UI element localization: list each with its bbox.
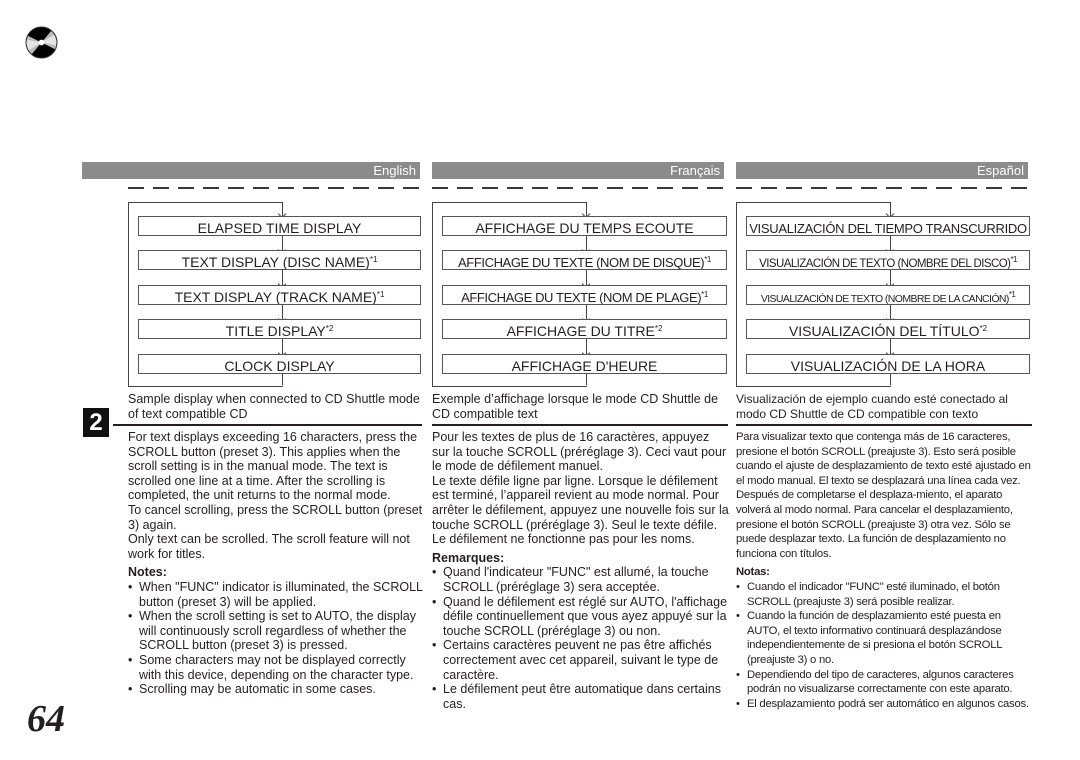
notes-heading: Notes: <box>128 565 167 580</box>
flow-step: VISUALIZACIÓN DE TEXTO (NOMBRE DE LA CAN… <box>746 285 1030 305</box>
flow-step: TITLE DISPLAY*2 <box>138 319 421 339</box>
notes-heading: Remarques: <box>432 550 505 565</box>
step-number-badge: 2 <box>83 408 109 437</box>
language-header: Français <box>432 162 724 179</box>
note-item: Quand l'indicateur "FUNC" est allumé, la… <box>432 565 730 594</box>
flow-step: AFFICHAGE D'HEURE <box>442 354 727 374</box>
flow-step: VISUALIZACIÓN DE TEXTO (NOMBRE DEL DISCO… <box>746 250 1030 270</box>
note-item: When the scroll setting is set to AUTO, … <box>128 609 423 653</box>
flow-step: TEXT DISPLAY (DISC NAME)*1 <box>138 250 421 270</box>
note-item: Quand le défilement est réglé sur AUTO, … <box>432 595 730 639</box>
flow-step: VISUALIZACIÓN DEL TIEMPO TRANSCURRIDO <box>746 216 1030 236</box>
flow-arrow <box>282 270 283 286</box>
display-flowchart: AFFICHAGE DU TEMPS ECOUTE AFFICHAGE DU T… <box>432 200 727 387</box>
paragraph: Le texte défile ligne par ligne. Lorsque… <box>432 473 729 547</box>
loop-return <box>890 374 891 385</box>
display-flowchart: VISUALIZACIÓN DEL TIEMPO TRANSCURRIDO VI… <box>736 200 1031 387</box>
dashed-divider <box>432 187 727 189</box>
note-item: Dependiendo del tipo de caracteres, algu… <box>736 668 1034 697</box>
cd-disc-icon <box>25 26 58 59</box>
loop-return <box>282 374 283 385</box>
body-text: Para visualizar texto que contenga más d… <box>736 430 1034 711</box>
dashed-divider <box>736 187 1031 189</box>
note-item: Some characters may not be displayed cor… <box>128 653 423 682</box>
flow-arrow <box>282 202 283 216</box>
paragraph: Only text can be scrolled. The scroll fe… <box>128 532 410 561</box>
flow-arrow <box>890 270 891 286</box>
section-rule <box>432 424 728 426</box>
note-item: When "FUNC" indicator is illuminated, th… <box>128 580 423 609</box>
flow-arrow <box>890 202 891 216</box>
note-item: Le défilement peut être automatique dans… <box>432 682 730 711</box>
body-text: Pour les textes de plus de 16 caractères… <box>432 430 730 711</box>
notes-list: When "FUNC" indicator is illuminated, th… <box>128 580 423 697</box>
paragraph: Para visualizar texto que contenga más d… <box>736 431 1031 560</box>
flow-step: VISUALIZACIÓN DEL TÍTULO*2 <box>746 319 1030 339</box>
note-item: Cuando el indicador "FUNC" esté iluminad… <box>736 580 1034 609</box>
note-item: Cuando la función de desplazamiento esté… <box>736 609 1034 667</box>
flow-arrow <box>586 202 587 216</box>
flow-arrow <box>586 339 587 355</box>
paragraph: Pour les textes de plus de 16 caractères… <box>432 430 727 474</box>
flow-caption: Visualización de ejemplo cuando esté con… <box>736 392 1008 421</box>
flow-step: TEXT DISPLAY (TRACK NAME)*1 <box>138 285 421 305</box>
dashed-divider <box>128 187 420 189</box>
paragraph: For text displays exceeding 16 character… <box>128 430 418 503</box>
paragraph: To cancel scrolling, press the SCROLL bu… <box>128 502 423 532</box>
flow-step: CLOCK DISPLAY <box>138 354 421 374</box>
notes-list: Quand l'indicateur "FUNC" est allumé, la… <box>432 565 730 711</box>
note-item: Scrolling may be automatic in some cases… <box>128 682 423 697</box>
body-text: For text displays exceeding 16 character… <box>128 430 423 697</box>
display-flowchart: ELAPSED TIME DISPLAY TEXT DISPLAY (DISC … <box>128 200 423 387</box>
flow-step: VISUALIZACIÓN DE LA HORA <box>746 354 1030 374</box>
flow-step: AFFICHAGE DU TEMPS ECOUTE <box>442 216 727 236</box>
note-item: Certains caractères peuvent ne pas être … <box>432 638 730 682</box>
flow-arrow <box>586 270 587 286</box>
language-header: English <box>82 162 420 179</box>
flow-arrow <box>282 339 283 355</box>
flow-caption: Sample display when connected to CD Shut… <box>128 392 420 421</box>
flow-step: ELAPSED TIME DISPLAY <box>138 216 421 236</box>
notes-heading: Notas: <box>736 566 770 579</box>
loop-return <box>586 374 587 385</box>
note-item: El desplazamiento podrá ser automático e… <box>736 697 1034 712</box>
flow-step: AFFICHAGE DU TITRE*2 <box>442 319 727 339</box>
page-number: 64 <box>27 698 65 740</box>
flow-step: AFFICHAGE DU TEXTE (NOM DE DISQUE)*1 <box>442 250 727 270</box>
language-header: Español <box>736 162 1028 179</box>
flow-arrow <box>890 339 891 355</box>
notes-list: Cuando el indicador "FUNC" esté iluminad… <box>736 580 1034 711</box>
section-rule <box>113 424 422 426</box>
section-rule <box>736 424 1032 426</box>
flow-step: AFFICHAGE DU TEXTE (NOM DE PLAGE)*1 <box>442 285 727 305</box>
flow-caption: Exemple d’affichage lorsque le mode CD S… <box>432 392 719 421</box>
